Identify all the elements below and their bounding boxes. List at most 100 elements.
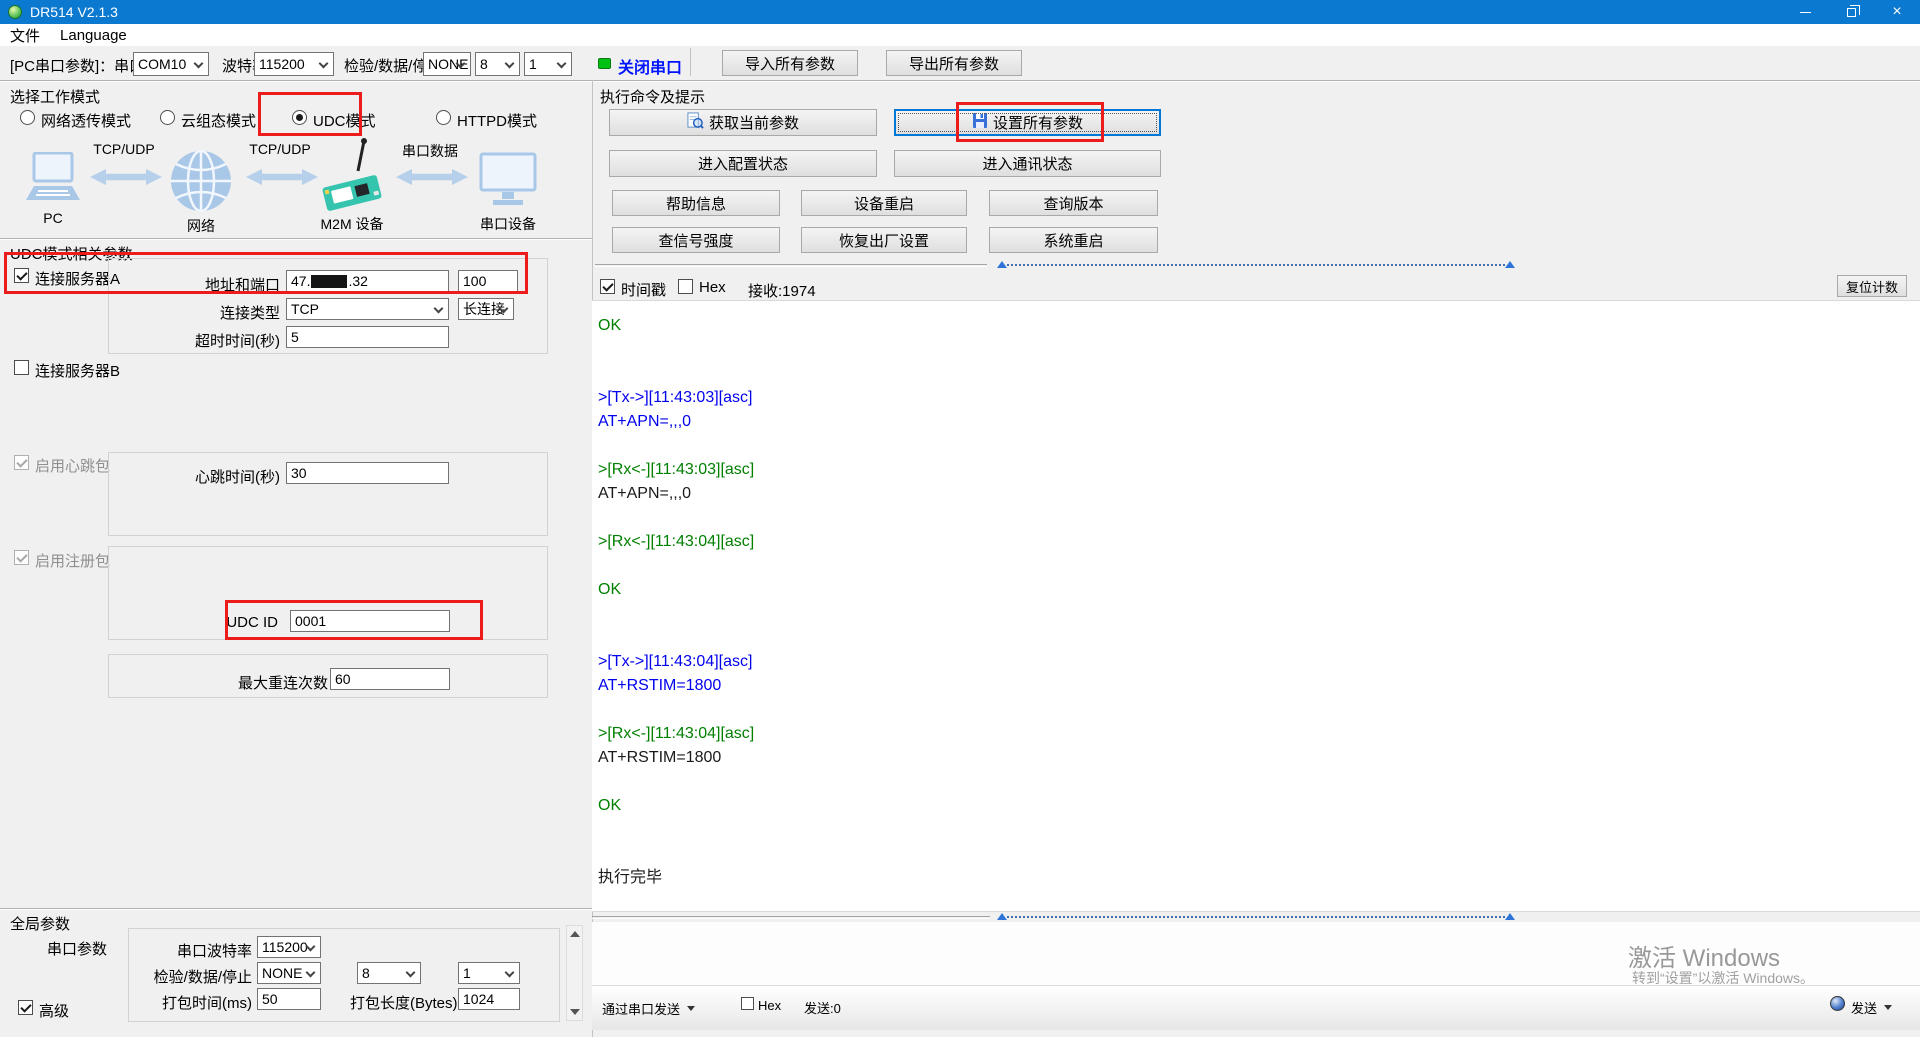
window-title: DR514 V2.1.3 xyxy=(30,4,118,20)
enter-config-button[interactable]: 进入配置状态 xyxy=(609,150,877,177)
serial-params-label: 串口参数 xyxy=(47,938,107,959)
help-button[interactable]: 帮助信息 xyxy=(612,190,780,216)
get-params-button[interactable]: 获取当前参数 xyxy=(609,109,877,136)
log-trackbar-top[interactable] xyxy=(997,258,1515,272)
log-line: >[Rx<-][11:43:04][asc] xyxy=(598,530,1920,554)
close-port-button[interactable]: 关闭串口 xyxy=(618,54,682,78)
pack-time-input[interactable]: 50 xyxy=(257,988,321,1010)
save-icon xyxy=(972,112,988,133)
global-baud-select[interactable]: 115200 xyxy=(257,936,321,958)
log-line: >[Rx<-][11:43:04][asc] xyxy=(598,722,1920,746)
enter-comm-button[interactable]: 进入通讯状态 xyxy=(894,150,1161,177)
chevron-down-icon xyxy=(434,304,444,314)
minimize-icon xyxy=(1800,12,1811,13)
app-icon xyxy=(8,5,22,19)
left-panel-scrollbar[interactable] xyxy=(566,925,583,1021)
server-port-input[interactable]: 100 xyxy=(458,270,518,292)
chevron-down-icon xyxy=(194,59,204,69)
timestamp-checkbox[interactable] xyxy=(600,279,615,294)
reset-counter-button[interactable]: 复位计数 xyxy=(1837,275,1907,297)
device-restart-button[interactable]: 设备重启 xyxy=(801,190,967,216)
databits-select[interactable]: 8 xyxy=(475,52,520,76)
chevron-down-icon xyxy=(306,968,316,978)
splitter-groove xyxy=(592,916,990,919)
send-hex-checkbox[interactable] xyxy=(741,997,754,1010)
max-reconnect-input[interactable]: 60 xyxy=(330,668,450,690)
log-line xyxy=(598,842,1920,866)
diagram-network-label: 网络 xyxy=(170,216,232,236)
query-version-button[interactable]: 查询版本 xyxy=(989,190,1158,216)
log-output-area[interactable]: OK >[Tx->][11:43:03][asc] AT+APN=,,,0 >[… xyxy=(592,300,1920,912)
close-icon: × xyxy=(1892,4,1901,20)
arrow-icon xyxy=(90,166,162,192)
factory-reset-button[interactable]: 恢复出厂设置 xyxy=(801,227,967,253)
section-divider xyxy=(0,80,1920,82)
udc-id-input[interactable]: 0001 xyxy=(290,610,450,632)
radio-httpd-mode[interactable] xyxy=(436,110,451,125)
timestamp-label: 时间戳 xyxy=(621,279,666,300)
toolbar: [PC串口参数]：串口号 COM10 波特率 115200 检验/数据/停止 N… xyxy=(0,46,1920,80)
conn-type-select[interactable]: TCP xyxy=(286,298,449,320)
radio-cloud-scada[interactable] xyxy=(160,110,175,125)
dropdown-arrow-icon xyxy=(1884,1005,1892,1010)
log-line: 执行完毕 xyxy=(598,866,1920,890)
maximize-button[interactable] xyxy=(1828,0,1874,24)
log-hex-checkbox[interactable] xyxy=(678,279,693,294)
stopbits-select[interactable]: 1 xyxy=(524,52,572,76)
radio-udc-mode[interactable] xyxy=(292,110,307,125)
menu-file[interactable]: 文件 xyxy=(0,24,50,46)
export-params-button[interactable]: 导出所有参数 xyxy=(886,50,1022,76)
splitter-groove xyxy=(595,264,987,267)
import-params-button[interactable]: 导入所有参数 xyxy=(722,50,858,76)
mode-group-title: 选择工作模式 xyxy=(10,86,100,107)
global-stopbits-select[interactable]: 1 xyxy=(458,962,520,984)
log-hex-label: Hex xyxy=(699,279,726,296)
chevron-down-icon xyxy=(319,59,329,69)
recv-counter: 接收:1974 xyxy=(748,280,816,301)
system-restart-button[interactable]: 系统重启 xyxy=(989,227,1158,253)
global-databits-select[interactable]: 8 xyxy=(357,962,421,984)
heartbeat-time-input[interactable]: 30 xyxy=(286,462,449,484)
global-parity-label: 检验/数据/停止 xyxy=(140,966,252,987)
log-line xyxy=(598,698,1920,722)
send-hex-label: Hex xyxy=(758,998,781,1013)
close-button[interactable]: × xyxy=(1874,0,1920,24)
keepalive-select[interactable]: 长连接 xyxy=(458,298,514,320)
scroll-down-icon xyxy=(570,1009,580,1015)
track-dots xyxy=(1007,264,1505,266)
radio-cloud-scada-label: 云组态模式 xyxy=(181,110,256,131)
log-line: OK xyxy=(598,794,1920,818)
baud-select[interactable]: 115200 xyxy=(254,52,334,76)
server-b-label: 连接服务器B xyxy=(35,360,120,381)
track-marker-icon xyxy=(997,261,1007,268)
timeout-input[interactable]: 5 xyxy=(286,326,449,348)
send-via-serial-button[interactable]: 通过串口发送 xyxy=(602,999,695,1018)
log-line: OK xyxy=(598,314,1920,338)
server-address-input[interactable]: 47..32 xyxy=(286,270,449,292)
advanced-checkbox[interactable] xyxy=(18,1000,33,1015)
send-button[interactable]: 发送 xyxy=(1851,998,1892,1017)
log-line: AT+RSTIM=1800 xyxy=(598,674,1920,698)
arrow-icon xyxy=(246,166,318,192)
global-parity-select[interactable]: NONE xyxy=(257,962,321,984)
register-label: 启用注册包 xyxy=(35,550,110,571)
log-line: AT+RSTIM=1800 xyxy=(598,746,1920,770)
server-a-checkbox[interactable] xyxy=(14,268,29,283)
register-checkbox[interactable] xyxy=(14,550,29,565)
arrow-icon xyxy=(396,166,468,192)
set-params-button[interactable]: 设置所有参数 xyxy=(894,109,1161,136)
timeout-label: 超时时间(秒) xyxy=(120,330,280,351)
send-bar xyxy=(592,985,1920,1030)
pack-len-input[interactable]: 1024 xyxy=(458,988,520,1010)
signal-strength-button[interactable]: 查信号强度 xyxy=(612,227,780,253)
log-trackbar-bottom[interactable] xyxy=(997,910,1515,924)
server-b-checkbox[interactable] xyxy=(14,360,29,375)
log-line: AT+APN=,,,0 xyxy=(598,410,1920,434)
minimize-button[interactable] xyxy=(1782,0,1828,24)
parity-select[interactable]: NONE xyxy=(423,52,471,76)
com-port-select[interactable]: COM10 xyxy=(133,52,209,76)
radio-net-passthrough[interactable] xyxy=(20,110,35,125)
diagram-serial-label: 串口设备 xyxy=(464,214,552,234)
menu-language[interactable]: Language xyxy=(50,24,137,46)
heartbeat-checkbox[interactable] xyxy=(14,455,29,470)
